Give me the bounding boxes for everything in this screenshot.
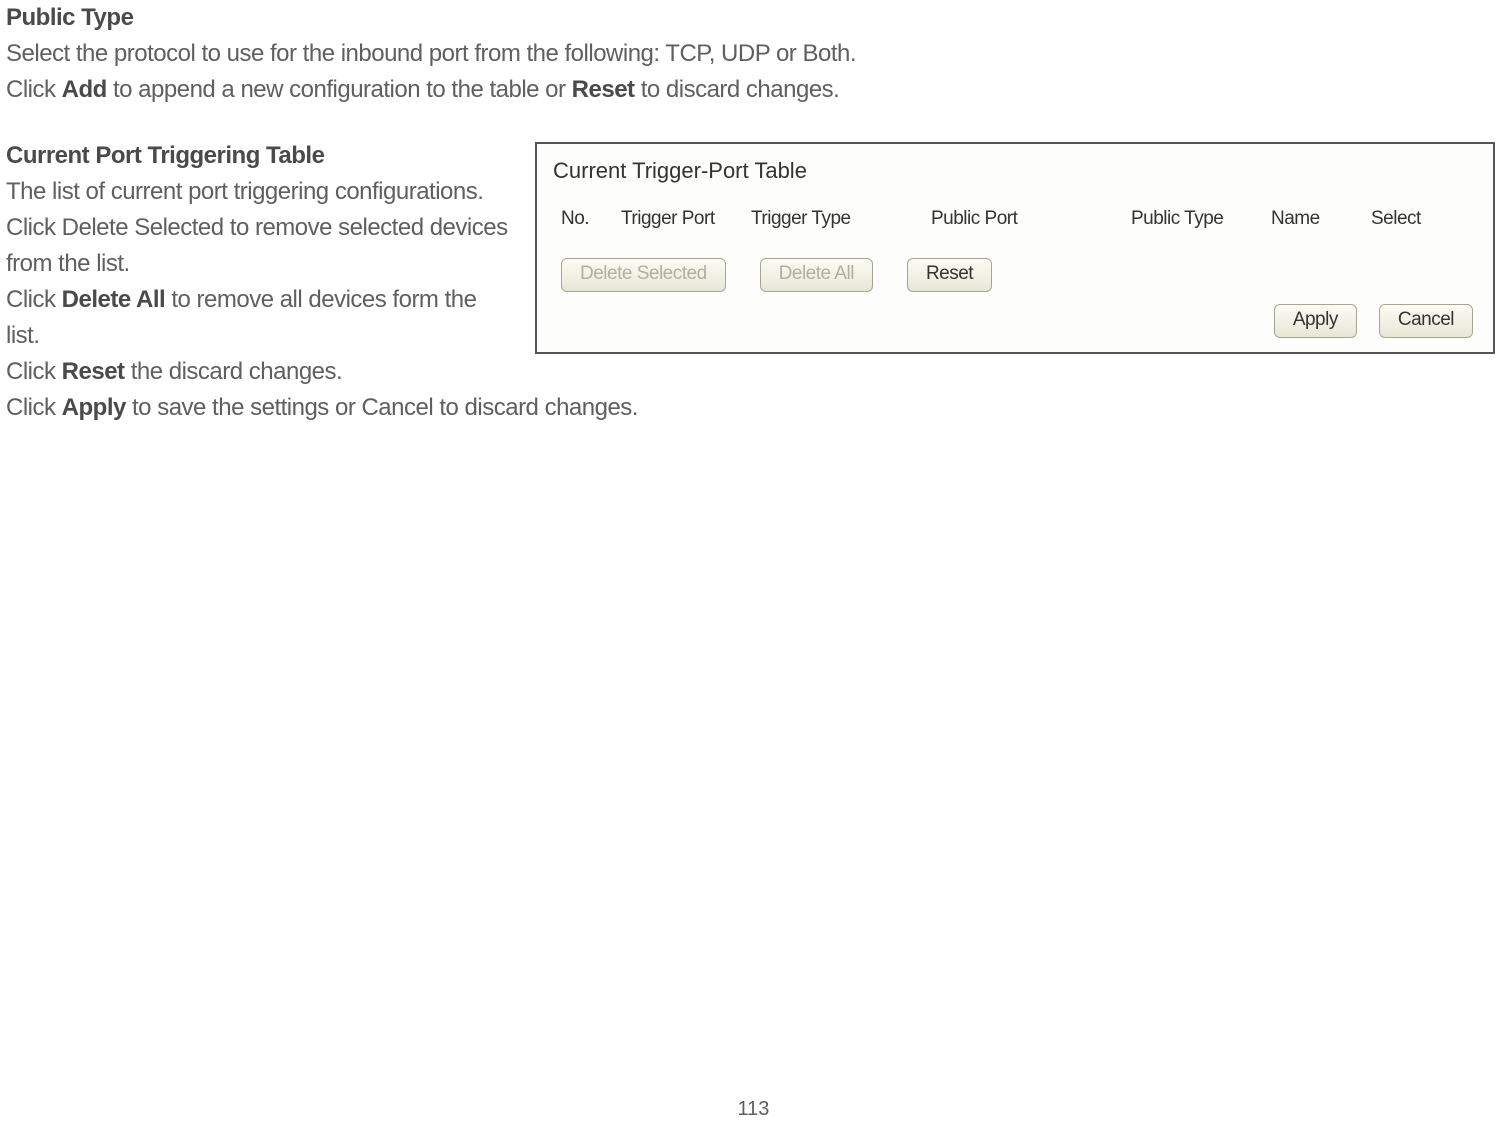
reset-button[interactable]: Reset: [907, 258, 992, 292]
col-select: Select: [1371, 205, 1441, 234]
bold-add: Add: [62, 76, 107, 103]
text-fragment: to discard changes.: [635, 76, 840, 103]
col-trigger-port: Trigger Port: [621, 205, 751, 234]
text-line: Select the protocol to use for the inbou…: [6, 36, 1501, 72]
trigger-port-panel: Current Trigger-Port Table No. Trigger P…: [535, 142, 1495, 354]
col-name: Name: [1271, 205, 1371, 234]
button-row-bottom: Apply Cancel: [551, 304, 1479, 338]
col-public-port: Public Port: [931, 205, 1131, 234]
bold-reset: Reset: [572, 76, 635, 103]
cancel-button[interactable]: Cancel: [1379, 304, 1473, 338]
delete-all-button[interactable]: Delete All: [760, 258, 873, 292]
heading-public-type: Public Type: [6, 0, 1501, 36]
text-line: Click Reset the discard changes.: [6, 354, 1501, 390]
text-fragment: to save the settings or Cancel to discar…: [126, 394, 638, 421]
column-headers: No. Trigger Port Trigger Type Public Por…: [551, 205, 1479, 258]
text-line: Click Add to append a new configuration …: [6, 72, 1501, 108]
bold-delete-all: Delete All: [62, 286, 165, 313]
button-row-top: Delete Selected Delete All Reset: [551, 258, 1479, 292]
col-public-type: Public Type: [1131, 205, 1271, 234]
text-fragment: the discard changes.: [125, 358, 343, 385]
col-trigger-type: Trigger Type: [751, 205, 931, 234]
bold-apply: Apply: [62, 394, 126, 421]
bold-reset-2: Reset: [62, 358, 125, 385]
text-fragment: Click: [6, 286, 62, 313]
page-number: 113: [0, 1098, 1507, 1121]
delete-selected-button[interactable]: Delete Selected: [561, 258, 726, 292]
text-fragment: Click: [6, 76, 62, 103]
text-fragment: to append a new configuration to the tab…: [107, 76, 572, 103]
panel-title: Current Trigger-Port Table: [551, 154, 1479, 187]
text-fragment: Click: [6, 358, 62, 385]
text-fragment: Click: [6, 394, 62, 421]
text-line: Click Apply to save the settings or Canc…: [6, 390, 1501, 426]
col-no: No.: [561, 205, 621, 234]
apply-button[interactable]: Apply: [1274, 304, 1357, 338]
